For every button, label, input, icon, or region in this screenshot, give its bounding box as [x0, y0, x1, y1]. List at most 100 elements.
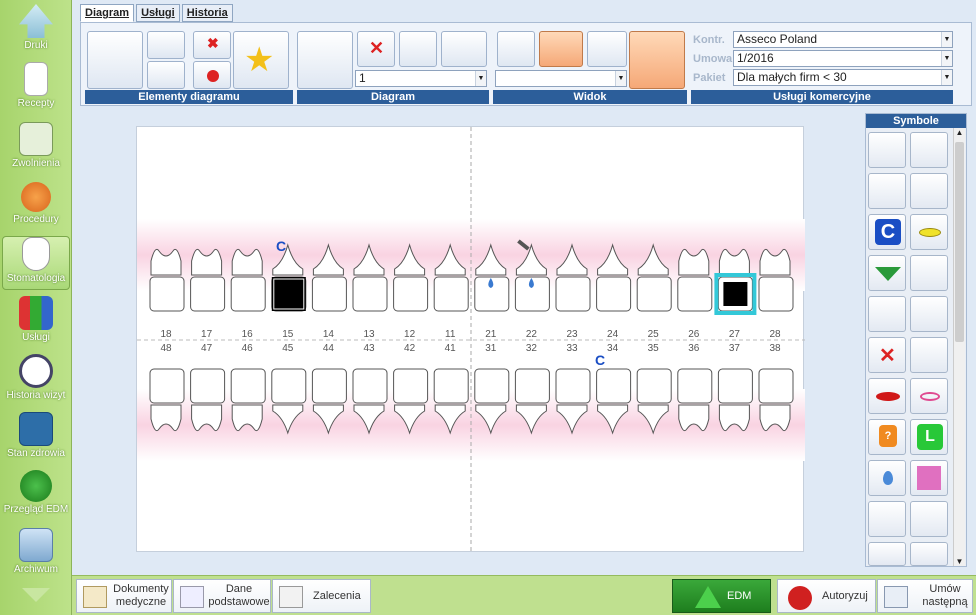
scroll-down-icon[interactable]	[22, 588, 50, 602]
pakiet-select[interactable]: Dla małych firm < 30 ▼	[733, 69, 953, 86]
remove-element-button[interactable]: ✖	[193, 31, 231, 59]
caries-c-icon[interactable]: C	[868, 214, 906, 250]
symbols-panel: Symbole C ✕ ? L ▲ ▼	[865, 113, 967, 567]
tooth-crown-25	[636, 276, 672, 312]
view-select[interactable]: ▼	[495, 70, 627, 87]
report-settings-button[interactable]	[629, 31, 685, 89]
autoryzuj-label: Autoryzuj	[822, 590, 868, 602]
kontr-select[interactable]: Asseco Poland ▼	[733, 31, 953, 48]
tooth-crown-33	[555, 368, 591, 404]
autoryzuj-button[interactable]: Autoryzuj	[777, 579, 876, 613]
blue-root-icon[interactable]	[910, 296, 948, 332]
tab-uslugi[interactable]: Usługi	[136, 4, 180, 22]
sidebar-item-historia-wizyt[interactable]: Historia wizyt	[2, 354, 70, 408]
dental-diagram[interactable]: 18 48 17 47 16 46 15 45 14 44 13 43 12 42 11 41 21 31 22 32…	[136, 126, 805, 553]
symbols-scrollbar[interactable]: ▲ ▼	[953, 128, 965, 566]
red-x-icon[interactable]: ✕	[868, 337, 906, 373]
data-form-icon	[180, 586, 204, 608]
tab-historia[interactable]: Historia	[181, 4, 233, 22]
tooth-fill-marker	[723, 282, 748, 306]
pakiet-label: Pakiet	[693, 72, 726, 84]
sidebar-item-recepty[interactable]: Recepty	[2, 62, 70, 116]
sidebar-item-label: Druki	[24, 40, 48, 51]
save-diskette-button[interactable]	[441, 31, 487, 67]
root-dark-icon[interactable]	[868, 173, 906, 209]
zalecenia-button[interactable]: Zalecenia	[272, 579, 371, 613]
tooth-number: 12	[404, 329, 416, 340]
crown-pink-icon[interactable]	[910, 173, 948, 209]
remove-tooth-button[interactable]	[193, 61, 231, 89]
tooth-number: 44	[323, 343, 335, 354]
print-button[interactable]	[399, 31, 437, 67]
pink-tooth-icon[interactable]	[868, 542, 906, 566]
tooth-number: 18	[160, 329, 172, 340]
green-triangle-icon[interactable]	[868, 255, 906, 291]
view-crown-button[interactable]	[539, 31, 583, 67]
dane-podstawowe-button[interactable]: Dane podstawowe	[173, 579, 271, 613]
sidebar-item-archiwum[interactable]: Archiwum	[2, 528, 70, 582]
sidebar-item-przeglad-edm[interactable]: Przegląd EDM	[2, 470, 70, 524]
icd-icon	[21, 182, 51, 212]
scroll-down-icon[interactable]: ▼	[954, 557, 965, 566]
clock-icon	[19, 354, 53, 388]
tooth-move-up-button[interactable]	[147, 31, 185, 59]
tooth-crown-17	[190, 276, 226, 312]
add-tooth-button[interactable]	[87, 31, 143, 89]
sidebar-item-uslugi[interactable]: Usługi	[2, 296, 70, 350]
tooth-crown-46	[230, 368, 266, 404]
tooth-number: 41	[445, 343, 457, 354]
sidebar-item-label: Procedury	[13, 214, 59, 225]
radiation-icon[interactable]	[910, 460, 948, 496]
yellow-oval-icon[interactable]	[910, 214, 948, 250]
black-root-icon[interactable]	[868, 296, 906, 332]
sidebar-item-zwolnienia[interactable]: Zwolnienia	[2, 122, 70, 176]
yellow-crown-icon[interactable]	[868, 501, 906, 537]
flask-icon[interactable]	[910, 501, 948, 537]
tooth-x-icon[interactable]	[910, 337, 948, 373]
zigzag-crown-icon[interactable]	[910, 255, 948, 291]
pink-ring-icon[interactable]	[910, 378, 948, 414]
chevron-down-icon: ▼	[475, 71, 486, 86]
teeth-diagram-svg: 18 48 17 47 16 46 15 45 14 44 13 43 12 42 11 41 21 31 22 32…	[137, 127, 805, 553]
blue-tooth-icon[interactable]	[910, 542, 948, 566]
tooth-crown-14	[311, 276, 347, 312]
sidebar-item-druki[interactable]: Druki	[2, 4, 70, 58]
scroll-up-icon[interactable]: ▲	[954, 128, 965, 137]
services-icon	[19, 296, 53, 330]
tooth-crown-43	[352, 368, 388, 404]
tab-diagram[interactable]: Diagram	[80, 4, 135, 22]
tooth-crown-32	[514, 368, 550, 404]
star-clear-button[interactable]: ★	[233, 31, 289, 89]
scroll-thumb[interactable]	[955, 142, 964, 342]
syringe-icon[interactable]	[868, 132, 906, 168]
dokumenty-button[interactable]: Dokumenty medyczne	[76, 579, 172, 613]
bridge-icon[interactable]	[910, 132, 948, 168]
documents-icon	[83, 586, 107, 608]
letter-l-icon[interactable]: L	[910, 419, 948, 455]
section-diagram: Diagram	[297, 90, 489, 104]
sidebar-item-stan-zdrowia[interactable]: Stan zdrowia	[2, 412, 70, 466]
red-oval-icon[interactable]	[868, 378, 906, 414]
prescription-icon	[24, 62, 48, 96]
view-teeth-button[interactable]	[497, 31, 535, 67]
question-tooth-icon[interactable]: ?	[868, 419, 906, 455]
kontr-label: Kontr.	[693, 34, 725, 46]
water-drop-icon[interactable]	[868, 460, 906, 496]
edm-button[interactable]: EDM	[672, 579, 771, 613]
tooth-move-down-button[interactable]	[147, 61, 185, 89]
left-sidebar: Druki Recepty Zwolnienia Procedury Stoma…	[0, 0, 72, 615]
diagram-select[interactable]: 1 ▼	[355, 70, 487, 87]
umowa-select[interactable]: 1/2016 ▼	[733, 50, 953, 67]
umow-nastepna-button[interactable]: Umów następną	[877, 579, 973, 613]
delete-diagram-button[interactable]: ✕	[357, 31, 395, 67]
add-denture-button[interactable]	[297, 31, 353, 89]
tooth-crown-23	[555, 276, 591, 312]
sidebar-item-procedury[interactable]: Procedury	[2, 182, 70, 234]
tooth-crown-26	[677, 276, 713, 312]
refresh-view-button[interactable]	[587, 31, 627, 67]
tooth-crown-42	[393, 368, 429, 404]
tooth-number: 45	[282, 343, 294, 354]
sidebar-item-stomatologia[interactable]: Stomatologia	[2, 236, 70, 290]
tooth-crown-47	[190, 368, 226, 404]
kontr-value: Asseco Poland	[737, 32, 818, 46]
